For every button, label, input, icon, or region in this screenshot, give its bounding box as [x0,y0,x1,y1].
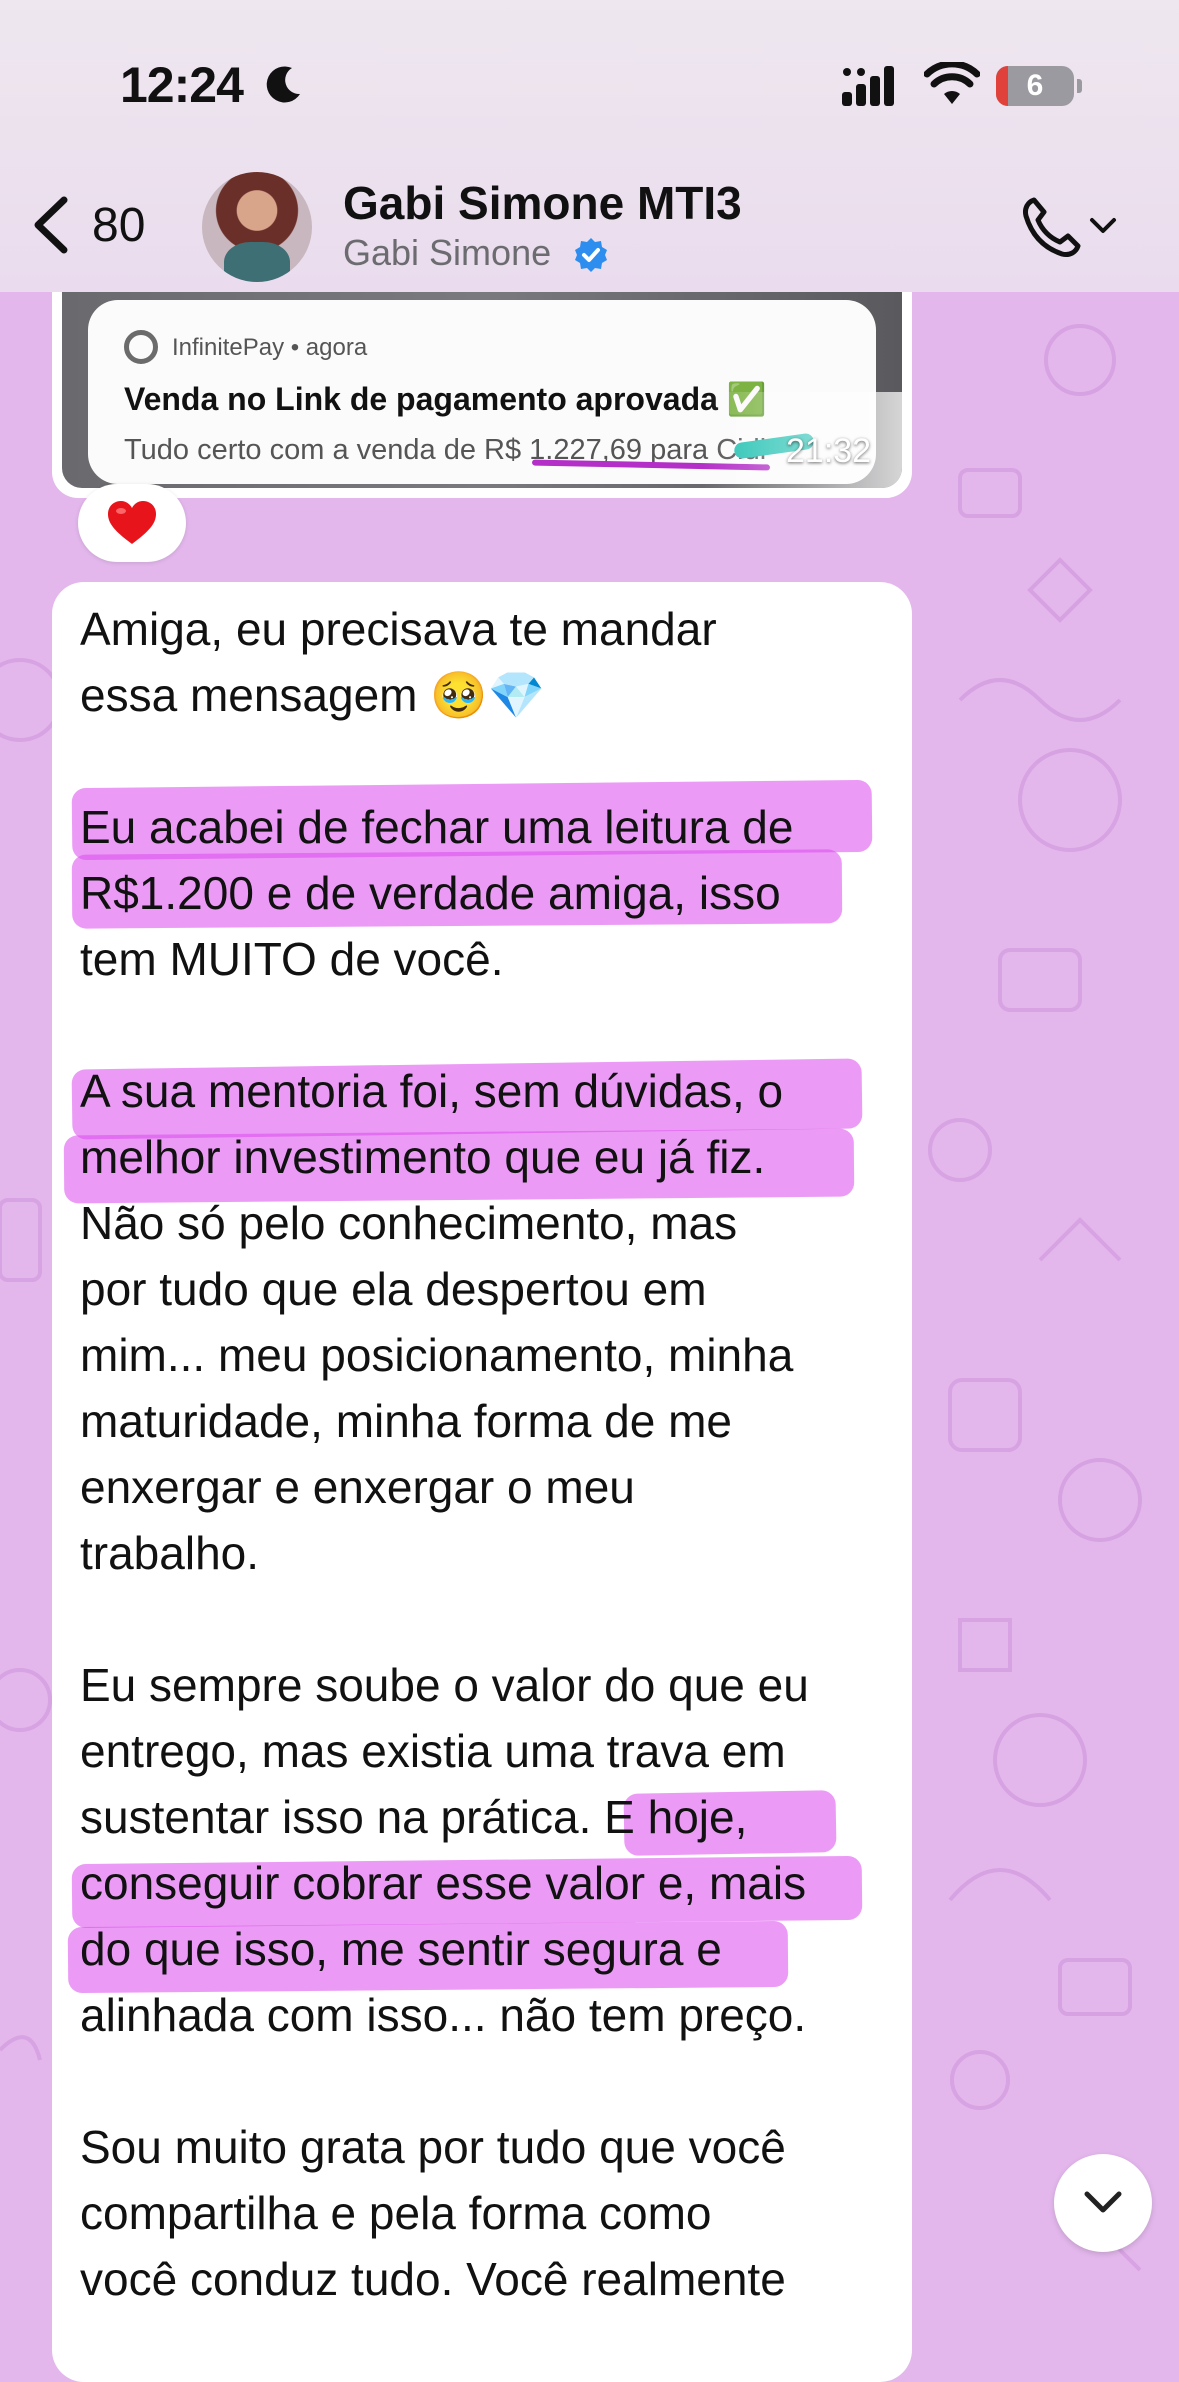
wifi-icon [924,62,980,104]
reaction-heart[interactable] [78,484,186,562]
do-not-disturb-moon-icon [266,66,300,103]
message-line: A sua mentoria foi, sem dúvidas, o [80,1065,784,1117]
battery-indicator: 6 [996,66,1082,106]
heart-icon [108,501,156,544]
scroll-to-bottom-button[interactable] [1054,2154,1152,2252]
message-line: melhor investimento que eu já fiz. [80,1131,766,1183]
message-line: alinhada com isso... não tem preço. [80,1989,807,2041]
message-line: você conduz tudo. Você realmente [80,2253,786,2305]
contact-name[interactable]: Gabi Simone MTI3 [343,176,742,230]
notification-screenshot: InfinitePay • agora Venda no Link de pag… [62,292,902,488]
notification-title: Venda no Link de pagamento aprovada ✅ [124,381,767,417]
message-line: essa mensagem 🥹💎 [80,669,545,721]
message-line: por tudo que ela despertou em [80,1263,707,1315]
message-line: conseguir cobrar esse valor e, mais [80,1857,807,1909]
message-line: R$1.200 e de verdade amiga, isso [80,867,781,919]
message-line: tem MUITO de você. [80,933,504,985]
status-time: 12:24 [120,57,244,113]
phone-call-icon[interactable] [1016,192,1086,262]
image-message-time: 21:32 [786,432,872,470]
message-line: mim... meu posicionamento, minha [80,1329,794,1381]
cellular-signal-icon [842,66,894,106]
message-line: Amiga, eu precisava te mandar [80,603,717,655]
infinitepay-app-icon [124,330,158,364]
message-line: Sou muito grata por tudo que você [80,2121,786,2173]
battery-level: 6 [1026,69,1044,102]
message-line: maturidade, minha forma de me [80,1395,732,1447]
verified-badge-icon [575,238,607,272]
contact-subtitle[interactable]: Gabi Simone [343,232,551,274]
message-text: Amiga, eu precisava te mandar essa mensa… [80,596,910,2312]
back-chevron-icon[interactable] [20,190,90,260]
message-line: do que isso, me sentir segura e [80,1923,722,1975]
message-line: entrego, mas existia uma trava em [80,1725,786,1777]
message-line: compartilha e pela forma como [80,2187,712,2239]
notification-app: InfinitePay • agora [172,334,368,361]
message-line: Eu sempre soube o valor do que eu [80,1659,809,1711]
message-line: trabalho. [80,1527,260,1579]
message-line: sustentar isso na prática. E hoje, [80,1791,748,1843]
message-line: Não só pelo conhecimento, mas [80,1197,738,1249]
avatar[interactable] [202,172,312,282]
chevron-down-icon [1084,2191,1122,2213]
unread-count[interactable]: 80 [92,198,145,253]
chevron-down-icon[interactable] [1088,210,1118,240]
chat-header: 12:24 6 80 Gabi Simone MTI3 Gabi Simone [0,0,1179,292]
message-line: enxergar e enxergar o meu [80,1461,635,1513]
message-line: Eu acabei de fechar uma leitura de [80,801,794,853]
image-message-bubble[interactable]: InfinitePay • agora Venda no Link de pag… [52,292,912,498]
